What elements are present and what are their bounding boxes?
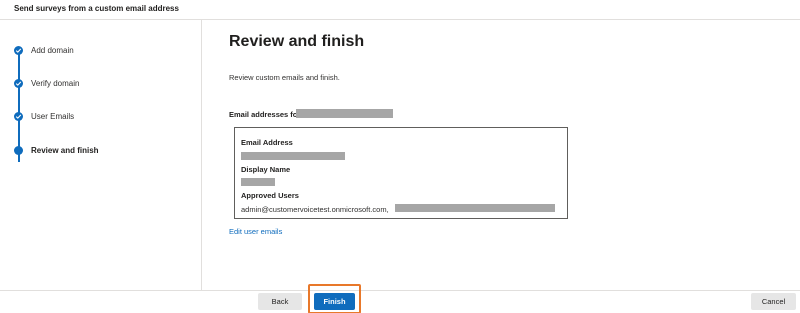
display-name-label: Display Name (241, 165, 291, 174)
back-button[interactable]: Back (258, 293, 302, 310)
step-review-and-finish[interactable]: Review and finish (14, 145, 194, 157)
email-addresses-for-label: Email addresses for (229, 110, 301, 119)
step-verify-domain[interactable]: Verify domain (14, 78, 194, 90)
checkmark-icon (14, 79, 23, 88)
page-title: Review and finish (229, 33, 365, 50)
email-details-box: Email Address Display Name Approved User… (234, 127, 568, 219)
step-add-domain[interactable]: Add domain (14, 45, 194, 57)
step-label: Review and finish (31, 146, 99, 155)
dialog-header: Send surveys from a custom email address (0, 0, 800, 20)
redacted-domain (296, 109, 393, 118)
checkmark-icon (14, 112, 23, 121)
step-label: User Emails (31, 112, 75, 121)
step-label: Add domain (31, 46, 74, 55)
step-label: Verify domain (31, 79, 80, 88)
dialog-footer: Back Finish Cancel (0, 284, 800, 313)
edit-user-emails-link[interactable]: Edit user emails (229, 227, 282, 236)
redacted-approved-users (395, 204, 555, 212)
dialog-title: Send surveys from a custom email address (14, 4, 179, 13)
wizard-steps-sidebar: Add domain Verify domain User Emails Rev… (0, 20, 202, 290)
cancel-button[interactable]: Cancel (751, 293, 796, 310)
email-address-label: Email Address (241, 138, 293, 147)
redacted-email-address (241, 152, 345, 160)
finish-highlight-box: Finish (308, 284, 361, 313)
approved-users-label: Approved Users (241, 191, 299, 200)
main-content: Review and finish Review custom emails a… (203, 20, 800, 290)
checkmark-icon (14, 46, 23, 55)
page-subtitle: Review custom emails and finish. (229, 73, 340, 82)
approved-users-value: admin@customervoicetest.onmicrosoft.com, (241, 205, 389, 214)
step-user-emails[interactable]: User Emails (14, 111, 194, 123)
finish-button[interactable]: Finish (314, 293, 355, 310)
current-step-dot-icon (14, 146, 23, 155)
redacted-display-name (241, 178, 275, 186)
